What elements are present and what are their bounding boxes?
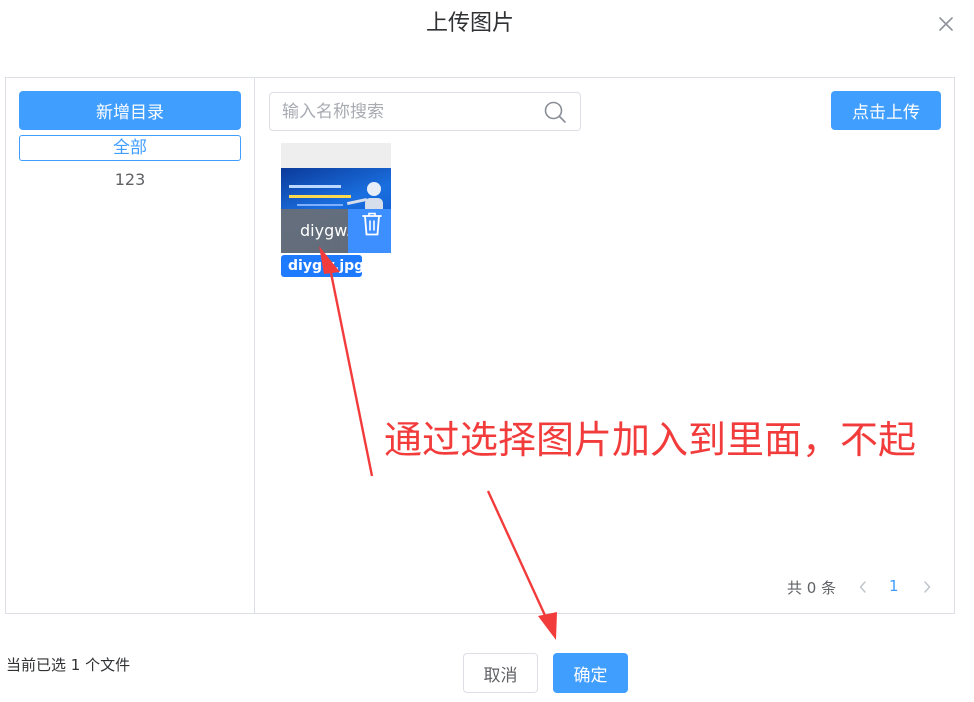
search-box (269, 92, 581, 131)
search-input[interactable] (270, 93, 540, 130)
search-icon[interactable] (543, 100, 567, 124)
upload-button[interactable]: 点击上传 (831, 91, 941, 130)
dialog-body: 新增目录 全部 123 点击上传 (5, 77, 955, 614)
trash-icon[interactable] (361, 211, 383, 237)
pagination-page-1[interactable]: 1 (889, 577, 899, 595)
sidebar-item-all[interactable]: 全部 (19, 135, 241, 161)
cancel-button[interactable]: 取消 (463, 653, 538, 693)
file-panel: 点击上传 diygw. (256, 78, 954, 613)
thumbnail-subtitle-bar (289, 195, 351, 198)
directory-sidebar: 新增目录 全部 123 (6, 78, 255, 613)
file-thumbnail[interactable]: diygw. (281, 143, 391, 253)
file-name-overlay: diygw. (281, 209, 348, 253)
dialog-title: 上传图片 (425, 11, 514, 36)
pagination-total: 共 0 条 (787, 579, 837, 597)
confirm-button[interactable]: 确定 (553, 653, 628, 693)
new-directory-button[interactable]: 新增目录 (19, 91, 241, 130)
selected-count-text: 当前已选 1 个文件 (6, 656, 131, 674)
file-name-label[interactable]: diygw.jpg (281, 255, 362, 277)
annotation-text: 通过选择图片加入到里面，不起 (384, 418, 917, 462)
chevron-right-icon[interactable] (920, 578, 934, 596)
thumbnail-caption-bar (297, 204, 343, 206)
robot-head-graphic (367, 182, 381, 196)
chevron-left-icon[interactable] (856, 578, 870, 596)
upload-image-dialog: 上传图片 新增目录 全部 123 点击上传 (0, 0, 974, 702)
close-icon[interactable] (934, 12, 958, 36)
sidebar-item-123[interactable]: 123 (19, 168, 241, 192)
thumbnail-title-bar (289, 185, 341, 188)
